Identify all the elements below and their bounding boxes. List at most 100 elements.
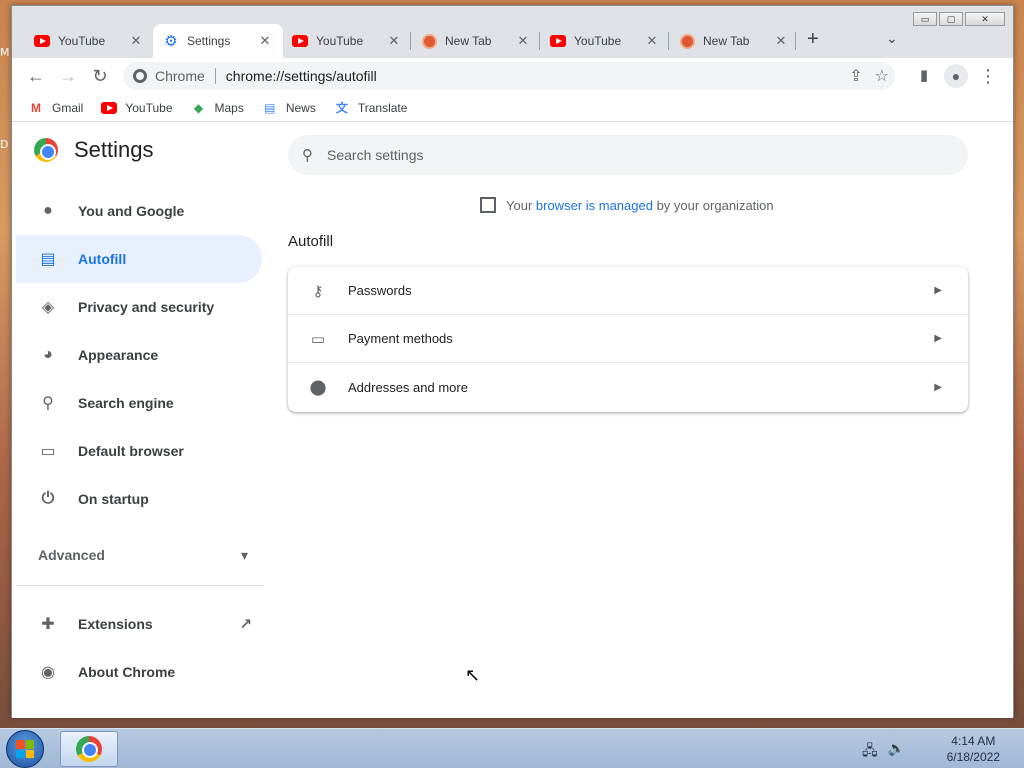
building-icon bbox=[480, 197, 496, 213]
page-title: Settings bbox=[74, 137, 154, 162]
maximize-button[interactable]: ▢ bbox=[939, 12, 963, 26]
settings-header: Settings bbox=[34, 137, 154, 163]
close-window-button[interactable]: ✕ bbox=[965, 12, 1005, 26]
settings-nav: ● You and Google ▤ Autofill ◈ Privacy an… bbox=[16, 187, 262, 523]
nav-divider bbox=[16, 585, 264, 586]
tab-youtube[interactable]: YouTube ✕ bbox=[540, 24, 670, 58]
row-label: Passwords bbox=[348, 283, 412, 298]
menu-button[interactable]: ⋮ bbox=[976, 64, 1000, 88]
gear-icon: ⚙ bbox=[164, 33, 178, 50]
tab-title: YouTube bbox=[316, 34, 364, 48]
chrome-icon bbox=[76, 736, 102, 762]
desktop-label: D bbox=[0, 138, 9, 151]
desktop-label: M bbox=[0, 46, 10, 59]
clipboard-icon: ▤ bbox=[40, 251, 56, 268]
youtube-icon bbox=[550, 33, 566, 49]
sidebar-item-autofill[interactable]: ▤ Autofill bbox=[16, 235, 262, 283]
bookmark-news[interactable]: ▤ News bbox=[262, 101, 316, 115]
minimize-button[interactable]: ▭ bbox=[913, 12, 937, 26]
sidebar-item-you-and-google[interactable]: ● You and Google bbox=[16, 187, 262, 235]
sidebar-item-about-chrome[interactable]: ◉ About Chrome bbox=[16, 648, 262, 696]
start-button[interactable] bbox=[6, 730, 44, 768]
close-icon[interactable]: ✕ bbox=[773, 33, 789, 49]
tab-youtube[interactable]: YouTube ✕ bbox=[24, 24, 154, 58]
forward-button[interactable]: → bbox=[56, 64, 80, 88]
sidebar-item-default-browser[interactable]: ▭ Default browser bbox=[16, 427, 262, 475]
passwords-row[interactable]: ⚷ Passwords ▶ bbox=[288, 267, 968, 315]
sidebar-item-on-startup[interactable]: ⏻ On startup bbox=[16, 475, 262, 523]
power-icon: ⏻ bbox=[41, 490, 55, 507]
network-icon[interactable]: 🖧 bbox=[862, 740, 878, 764]
url-text[interactable]: chrome://settings/autofill bbox=[226, 68, 377, 84]
managed-link[interactable]: browser is managed bbox=[536, 198, 653, 213]
arrow-right-icon: ▶ bbox=[934, 333, 942, 344]
sidebar-item-extensions[interactable]: ✚ Extensions ↗ bbox=[16, 600, 262, 648]
addresses-row[interactable]: ⬤ Addresses and more ▶ bbox=[288, 363, 968, 411]
sidebar-item-search-engine[interactable]: ⚲ Search engine bbox=[16, 379, 262, 427]
omnibox-actions: ⇪ ☆ bbox=[849, 66, 889, 86]
tab-new-tab[interactable]: New Tab ✕ bbox=[669, 24, 799, 58]
search-icon: ⚲ bbox=[42, 395, 54, 412]
close-icon[interactable]: ✕ bbox=[257, 33, 273, 49]
taskbar: 🖧 🔊 4:14 AM 6/18/2022 bbox=[0, 728, 1024, 768]
window-controls: ▭ ▢ ✕ bbox=[913, 12, 1005, 26]
youtube-icon bbox=[292, 33, 308, 49]
share-icon[interactable]: ⇪ bbox=[849, 66, 862, 86]
tab-new-tab[interactable]: New Tab ✕ bbox=[411, 24, 541, 58]
omnibox-chrome-label: Chrome bbox=[155, 68, 205, 84]
arrow-right-icon: ▶ bbox=[934, 381, 942, 393]
payment-methods-row[interactable]: ▭ Payment methods ▶ bbox=[288, 315, 968, 363]
sidebar-item-appearance[interactable]: ◕ Appearance bbox=[16, 331, 262, 379]
close-icon[interactable]: ✕ bbox=[128, 33, 144, 49]
tab-search-button[interactable]: ⌄ bbox=[886, 30, 898, 47]
sidebar-item-label: Privacy and security bbox=[78, 299, 215, 315]
chrome-icon: ◉ bbox=[41, 664, 55, 681]
new-tab-button[interactable]: + bbox=[807, 28, 819, 51]
toolbar: ← → ↻ Chrome chrome://settings/autofill … bbox=[12, 58, 1013, 94]
chrome-logo-icon bbox=[34, 138, 58, 162]
tab-title: New Tab bbox=[703, 34, 750, 48]
taskbar-chrome-button[interactable] bbox=[60, 731, 118, 767]
back-button[interactable]: ← bbox=[24, 64, 48, 88]
search-icon: ⚲ bbox=[302, 147, 313, 164]
row-label: Addresses and more bbox=[348, 379, 468, 395]
translate-icon: 文 bbox=[335, 101, 348, 115]
location-pin-icon: ⬤ bbox=[309, 379, 327, 396]
address-bar[interactable]: Chrome chrome://settings/autofill ⇪ ☆ bbox=[123, 62, 895, 90]
bookmark-label: YouTube bbox=[125, 100, 173, 115]
chrome-icon bbox=[133, 69, 147, 83]
bookmark-maps[interactable]: ◆ Maps bbox=[191, 101, 244, 115]
clock-date: 6/18/2022 bbox=[946, 750, 1000, 764]
arrow-right-icon: ▶ bbox=[934, 285, 942, 296]
advanced-toggle[interactable]: Advanced ▾ bbox=[38, 547, 248, 564]
search-settings-input[interactable]: ⚲ Search settings bbox=[288, 135, 968, 175]
bookmark-gmail[interactable]: M Gmail bbox=[28, 101, 83, 115]
settings-page: Settings ● You and Google ▤ Autofill ◈ P… bbox=[12, 123, 1013, 718]
duckduckgo-icon bbox=[421, 33, 437, 49]
reload-button[interactable]: ↻ bbox=[88, 64, 112, 88]
bookmarks-bar: M Gmail YouTube ◆ Maps ▤ News 文 Translat… bbox=[12, 94, 1013, 122]
side-panel-icon[interactable]: ▮ bbox=[912, 64, 936, 88]
bookmark-label: Translate bbox=[357, 100, 408, 115]
close-icon[interactable]: ✕ bbox=[644, 33, 660, 49]
clock[interactable]: 4:14 AM 6/18/2022 bbox=[947, 733, 1000, 765]
profile-avatar[interactable]: ● bbox=[944, 64, 968, 88]
sidebar-item-privacy[interactable]: ◈ Privacy and security bbox=[16, 283, 262, 331]
omnibox-separator bbox=[214, 68, 216, 84]
youtube-icon bbox=[34, 33, 50, 49]
tab-settings[interactable]: ⚙ Settings ✕ bbox=[153, 24, 283, 58]
browser-icon: ▭ bbox=[40, 443, 56, 460]
volume-icon[interactable]: 🔊 bbox=[888, 740, 905, 764]
close-icon[interactable]: ✕ bbox=[515, 33, 531, 49]
close-icon[interactable]: ✕ bbox=[386, 33, 402, 49]
browser-window: ▭ ▢ ✕ YouTube ✕ ⚙ Settings ✕ YouTube ✕ N… bbox=[11, 5, 1014, 718]
tab-youtube[interactable]: YouTube ✕ bbox=[282, 24, 412, 58]
bookmark-youtube[interactable]: YouTube bbox=[101, 100, 173, 115]
external-link-icon: ↗ bbox=[239, 616, 252, 633]
managed-notice: Your browser is managed by your organiza… bbox=[480, 197, 774, 213]
section-title: Autofill bbox=[288, 233, 334, 250]
youtube-icon bbox=[101, 101, 118, 115]
bookmark-translate[interactable]: 文 Translate bbox=[334, 100, 408, 116]
star-icon[interactable]: ☆ bbox=[875, 66, 889, 86]
key-icon: ⚷ bbox=[312, 282, 324, 300]
